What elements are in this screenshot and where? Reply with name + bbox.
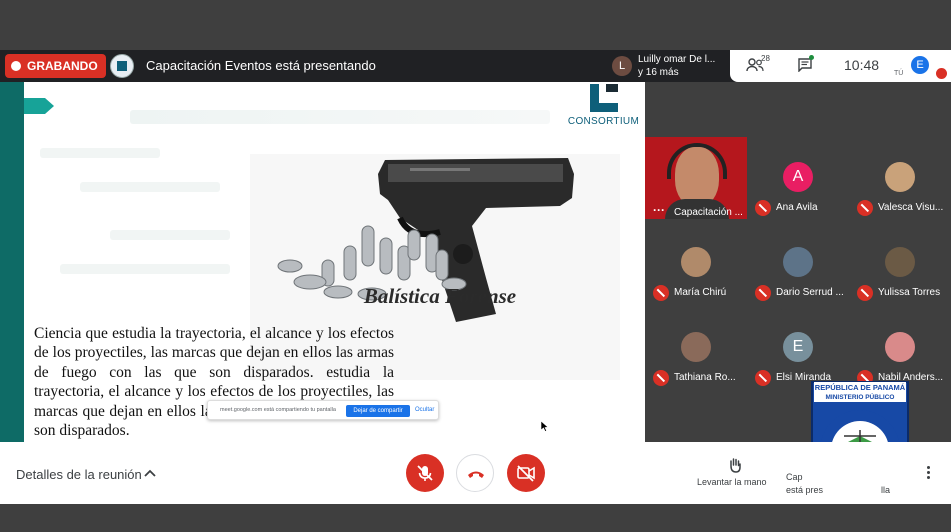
chevron-up-icon[interactable]: [144, 468, 156, 478]
record-dot-icon: [11, 61, 21, 71]
presenting-line1: Cap: [786, 472, 803, 482]
participant-name: Ana Avila: [776, 202, 818, 213]
participant-avatar[interactable]: L: [612, 56, 632, 76]
participant-avatar: [885, 247, 915, 277]
participants-summary[interactable]: Luilly omar De l... y 16 más: [638, 53, 715, 79]
mic-off-icon: [417, 465, 433, 481]
end-call-button[interactable]: [456, 454, 494, 492]
screen-share-bar: meet.google.com está compartiendo tu pan…: [207, 400, 439, 420]
participant-avatar: [885, 332, 915, 362]
presenting-tail: lla: [881, 485, 891, 495]
consortium-text: CONSORTIUM: [567, 116, 640, 127]
shared-slide: CONSORTIUM Balística Forense Ciencia que…: [0, 82, 645, 442]
participant-tile[interactable]: Valesca Visu...: [849, 137, 951, 217]
share-message: meet.google.com está compartiendo tu pan…: [220, 407, 336, 413]
recording-badge[interactable]: GRABANDO: [5, 54, 106, 78]
participants-line1: Luilly omar De l...: [638, 54, 716, 65]
faded-line: [60, 264, 230, 274]
self-avatar[interactable]: E: [911, 56, 929, 74]
chat-icon[interactable]: [798, 58, 812, 72]
participant-avatar: [885, 162, 915, 192]
participant-tile[interactable]: E Elsi Miranda: [747, 307, 849, 387]
presenter-avatar: [110, 54, 134, 78]
participant-tile[interactable]: María Chirú: [645, 222, 747, 302]
mic-muted-icon: [755, 370, 771, 386]
faded-line: [110, 230, 230, 240]
slide-side-bar: [0, 82, 24, 442]
faded-line: [40, 148, 160, 158]
more-options-icon[interactable]: [925, 465, 931, 481]
recording-label: GRABANDO: [27, 59, 98, 73]
clock: 10:48: [844, 57, 880, 73]
participant-avatar: [783, 247, 813, 277]
seal-line2: MINISTERIO PÚBLICO: [826, 392, 895, 401]
participant-avatar: [681, 332, 711, 362]
mic-muted-icon: [857, 285, 873, 301]
participant-name: Tathiana Ro...: [674, 372, 736, 383]
faded-line: [80, 182, 220, 192]
camera-toggle-button[interactable]: [507, 454, 545, 492]
chat-notification-dot: [809, 55, 814, 60]
participants-grid: A Ana Avila Valesca Visu... María Chirú Dari…: [645, 132, 951, 390]
participant-name: Dario Serrud ...: [776, 287, 844, 298]
mic-muted-icon: [755, 200, 771, 216]
participant-name: María Chirú: [674, 287, 727, 298]
participants-line2: y 16 más: [638, 67, 679, 78]
people-count: 28: [761, 54, 770, 63]
participant-tile[interactable]: Nabil Anders...: [849, 307, 951, 387]
participant-tile[interactable]: Dario Serrud ...: [747, 222, 849, 302]
presenting-line2: está pres: [786, 485, 824, 495]
microphone-toggle-button[interactable]: [406, 454, 444, 492]
image-caption: Balística Forense: [363, 284, 517, 308]
hang-up-icon: [468, 471, 484, 478]
slide-paragraph: Ciencia que estudia la trayectoria, el a…: [34, 325, 394, 440]
stop-sharing-button[interactable]: Dejar de compartir: [346, 405, 410, 417]
top-right-panel: 28 10:48 TÚ E: [730, 50, 951, 82]
participant-avatar: E: [783, 332, 813, 362]
meet-window: GRABANDO Capacitación Eventos está prese…: [0, 0, 951, 532]
camera-off-icon: [517, 465, 535, 482]
raise-hand-icon[interactable]: [728, 457, 742, 473]
seal-line1: REPÚBLICA DE PANAMÁ: [815, 383, 906, 392]
participant-avatar: [681, 247, 711, 277]
consortium-logo: CONSORTIUM: [562, 82, 645, 130]
mouse-cursor-icon: [541, 421, 549, 432]
participant-tile[interactable]: Tathiana Ro...: [645, 307, 747, 387]
participant-name: Yulissa Torres: [878, 287, 941, 298]
presenting-status: Capacitación Eventos está presentando: [146, 58, 376, 73]
slide-arrow-icon: [24, 98, 54, 114]
presenting-control[interactable]: Cap está pres lla: [786, 471, 890, 497]
mic-muted-icon: [755, 285, 771, 301]
mic-muted-icon: [653, 370, 669, 386]
faded-title: [130, 110, 550, 124]
participant-tile[interactable]: A Ana Avila: [747, 137, 849, 217]
self-muted-icon: [936, 68, 947, 79]
participant-avatar: A: [783, 162, 813, 192]
hide-button[interactable]: Ocultar: [415, 407, 434, 413]
participant-tile[interactable]: Yulissa Torres: [849, 222, 951, 302]
self-label: TÚ: [894, 70, 904, 77]
mic-muted-icon: [653, 285, 669, 301]
meeting-details-button[interactable]: Detalles de la reunión: [16, 467, 142, 482]
participant-name: Valesca Visu...: [878, 202, 944, 213]
mic-muted-icon: [857, 200, 873, 216]
raise-hand-label[interactable]: Levantar la mano: [697, 477, 767, 487]
bottom-bar: Detalles de la reunión Levantar la mano …: [0, 442, 951, 504]
consortium-mark-icon: [590, 84, 618, 112]
